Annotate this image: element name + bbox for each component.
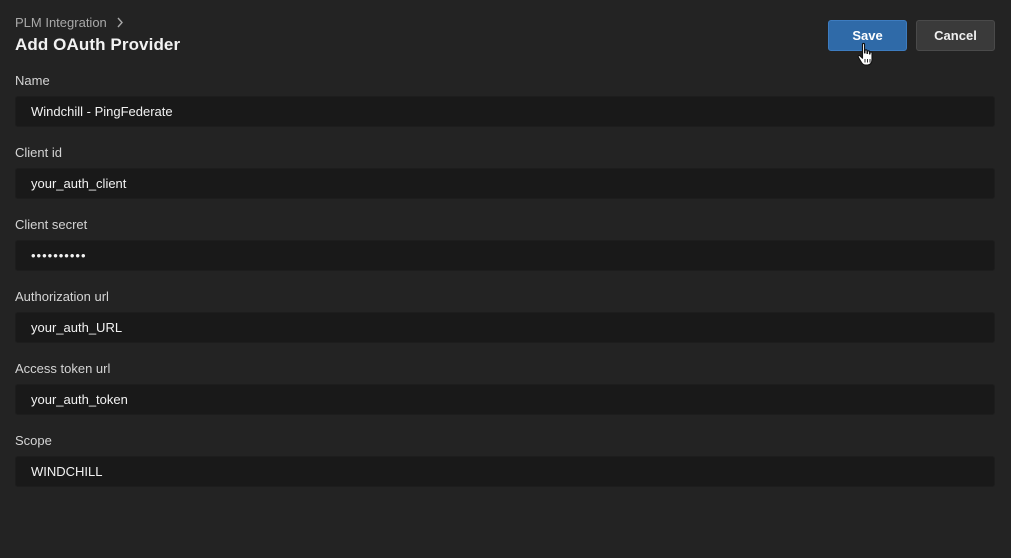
scope-input[interactable] [15, 456, 995, 487]
save-button[interactable]: Save [828, 20, 907, 51]
field-access-token-url: Access token url [15, 354, 995, 415]
oauth-provider-page: PLM Integration Add OAuth Provider Save … [0, 0, 1011, 558]
name-input[interactable] [15, 96, 995, 127]
field-authorization-url: Authorization url [15, 282, 995, 343]
field-client-secret: Client secret [15, 210, 995, 271]
field-scope: Scope [15, 426, 995, 487]
client-secret-label: Client secret [15, 217, 88, 232]
page-header: PLM Integration Add OAuth Provider Save … [15, 0, 995, 66]
client-id-input[interactable] [15, 168, 995, 199]
cancel-button[interactable]: Cancel [916, 20, 995, 51]
chevron-right-icon [116, 17, 126, 29]
breadcrumb: PLM Integration [15, 15, 126, 30]
field-client-id: Client id [15, 138, 995, 199]
field-name: Name [15, 66, 995, 127]
client-id-label: Client id [15, 145, 62, 160]
authorization-url-input[interactable] [15, 312, 995, 343]
oauth-provider-form: Name Client id Client secret Authorizati… [15, 66, 995, 487]
page-title: Add OAuth Provider [15, 35, 181, 54]
authorization-url-label: Authorization url [15, 289, 109, 304]
breadcrumb-link-plm-integration[interactable]: PLM Integration [15, 15, 107, 30]
scope-label: Scope [15, 433, 52, 448]
access-token-url-input[interactable] [15, 384, 995, 415]
action-buttons: Save Cancel [828, 20, 995, 51]
access-token-url-label: Access token url [15, 361, 111, 376]
name-label: Name [15, 73, 50, 88]
client-secret-input[interactable] [15, 240, 995, 271]
